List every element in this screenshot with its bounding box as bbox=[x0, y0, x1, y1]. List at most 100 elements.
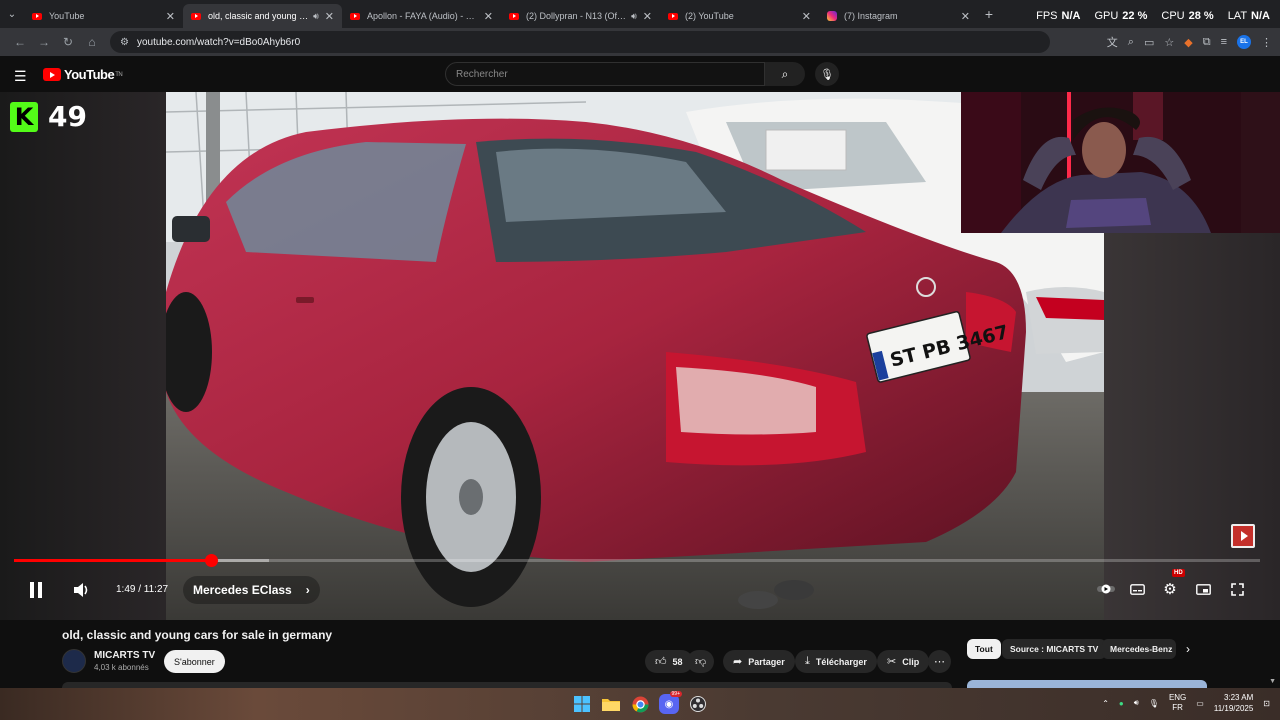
file-explorer-icon[interactable] bbox=[601, 694, 621, 714]
more-actions-button[interactable]: ⋯ bbox=[928, 650, 951, 673]
taskbar-clock[interactable]: 3:23 AM 11/19/2025 bbox=[1214, 692, 1253, 714]
kick-logo-icon: K bbox=[10, 101, 38, 132]
miniplayer-button[interactable] bbox=[1194, 580, 1212, 598]
search-button[interactable]: ⌕ bbox=[765, 62, 805, 86]
pause-button[interactable] bbox=[26, 580, 46, 600]
close-tab-icon[interactable]: ✕ bbox=[961, 10, 970, 23]
chips-next-chevron-icon[interactable]: › bbox=[1186, 642, 1190, 656]
hd-badge: HD bbox=[1172, 569, 1185, 577]
extension-fox-icon[interactable]: ◆ bbox=[1184, 36, 1192, 49]
volume-icon bbox=[74, 583, 88, 597]
chip-all[interactable]: Tout bbox=[967, 639, 1001, 659]
youtube-logo[interactable]: YouTube TN bbox=[43, 67, 123, 82]
chrome-icon[interactable] bbox=[630, 694, 650, 714]
browser-menu-icon[interactable]: ⋮ bbox=[1261, 36, 1272, 49]
tray-overflow-chevron-icon[interactable]: ⌃ bbox=[1102, 699, 1109, 708]
dislike-button[interactable]: 👎︎ bbox=[687, 650, 715, 673]
scrubber-handle[interactable] bbox=[204, 554, 218, 567]
close-tab-icon[interactable]: ✕ bbox=[166, 10, 175, 23]
subtitles-button[interactable] bbox=[1128, 580, 1146, 598]
obs-icon[interactable] bbox=[688, 694, 708, 714]
chip-source[interactable]: Source : MICARTS TV bbox=[1002, 639, 1107, 659]
hamburger-menu-icon[interactable]: ☰ bbox=[14, 68, 27, 85]
address-bar[interactable]: ⚙ youtube.com/watch?v=dBo0Ahyb6r0 bbox=[110, 31, 1050, 53]
cast-icon[interactable]: ▭ bbox=[1144, 36, 1154, 49]
chevron-right-icon: › bbox=[305, 583, 310, 597]
download-button[interactable]: ⤓ Télécharger bbox=[795, 650, 877, 673]
zoom-icon[interactable]: ⌕ bbox=[1128, 36, 1134, 49]
close-tab-icon[interactable]: ✕ bbox=[643, 10, 652, 23]
fullscreen-icon bbox=[1230, 582, 1244, 596]
subscriber-count: 4,03 k abonnés bbox=[94, 663, 149, 672]
new-tab-plus-icon[interactable]: + bbox=[978, 6, 1000, 22]
discord-icon[interactable]: ◉ 99+ bbox=[659, 691, 682, 714]
translate-icon[interactable]: 文 bbox=[1107, 34, 1118, 50]
clip-button[interactable]: ✂ Clip bbox=[877, 650, 930, 673]
tray-app-green-icon[interactable]: ● bbox=[1119, 699, 1124, 708]
youtube-masthead: ☰ YouTube TN Rechercher ⌕ 🎙︎ bbox=[0, 56, 1280, 92]
player-controls: 1:49 / 11:27 Mercedes EClass › ⚙ HD bbox=[0, 547, 1280, 620]
tab-4[interactable]: (2) YouTube ✕ bbox=[660, 4, 819, 28]
close-tab-icon[interactable]: ✕ bbox=[802, 10, 811, 23]
extensions-puzzle-icon[interactable]: ⧉ bbox=[1203, 36, 1211, 49]
chapter-button[interactable]: Mercedes EClass › bbox=[183, 576, 320, 604]
recommended-thumbnail[interactable] bbox=[967, 680, 1207, 688]
autoplay-toggle-icon bbox=[1097, 584, 1115, 594]
scissors-icon: ✂ bbox=[887, 656, 897, 668]
close-tab-icon[interactable]: ✕ bbox=[325, 10, 334, 23]
scroll-down-arrow-icon[interactable]: ▼ bbox=[1269, 678, 1276, 685]
reload-icon[interactable]: ↻ bbox=[56, 35, 80, 49]
tab-search-chevron-icon[interactable]: ⌄ bbox=[0, 0, 24, 28]
time-display: 1:49 / 11:27 bbox=[116, 584, 169, 595]
subscribe-button[interactable]: S'abonner bbox=[164, 650, 225, 673]
progress-bar[interactable] bbox=[14, 554, 1260, 567]
gpu-value: 22 % bbox=[1122, 10, 1148, 22]
like-button[interactable]: 👍︎ 58 bbox=[645, 650, 693, 673]
search-input[interactable]: Rechercher bbox=[445, 62, 765, 86]
clock-time: 3:23 AM bbox=[1223, 693, 1254, 702]
download-label: Télécharger bbox=[815, 656, 867, 667]
thumbs-down-icon: 👎︎ bbox=[695, 656, 707, 668]
speaker-icon[interactable]: 🔊︎ bbox=[631, 11, 637, 22]
tray-display-icon[interactable]: ▭ bbox=[1196, 699, 1204, 708]
tab-1[interactable]: old, classic and young cars 🔊︎ ✕ bbox=[183, 4, 342, 28]
ambient-left bbox=[0, 92, 166, 620]
tab-3[interactable]: (2) Dollypran - N13 (Officia 🔊︎ ✕ bbox=[501, 4, 660, 28]
reading-list-icon[interactable]: ≡ bbox=[1221, 36, 1227, 48]
site-info-icon[interactable]: ⚙ bbox=[120, 37, 129, 48]
volume-button[interactable] bbox=[72, 580, 92, 600]
language-switcher[interactable]: ENG FR bbox=[1169, 693, 1186, 713]
channel-avatar[interactable] bbox=[62, 649, 86, 673]
notification-bell-icon[interactable]: ⊡ bbox=[1263, 699, 1270, 708]
tab-2[interactable]: Apollon - FAYA (Audio) - YouTu ✕ bbox=[342, 4, 501, 28]
close-tab-icon[interactable]: ✕ bbox=[484, 10, 493, 23]
channel-name[interactable]: MICARTS TV bbox=[94, 650, 155, 661]
forward-arrow-icon[interactable]: → bbox=[32, 35, 56, 49]
thumbs-up-icon: 👍︎ bbox=[655, 656, 667, 668]
tab-0[interactable]: YouTube ✕ bbox=[24, 4, 183, 28]
browser-toolbar: ← → ↻ ⌂ ⚙ youtube.com/watch?v=dBo0Ahyb6r… bbox=[0, 28, 1280, 56]
fps-value: N/A bbox=[1061, 10, 1081, 22]
speaker-icon[interactable]: 🔊︎ bbox=[313, 11, 319, 22]
profile-avatar[interactable]: EL bbox=[1237, 35, 1251, 49]
settings-button[interactable]: ⚙ bbox=[1161, 580, 1179, 598]
back-arrow-icon[interactable]: ← bbox=[8, 35, 32, 49]
microphone-icon: 🎙︎ bbox=[820, 68, 834, 81]
tab-5[interactable]: (7) Instagram ✕ bbox=[819, 4, 978, 28]
video-card-icon[interactable] bbox=[1231, 524, 1255, 548]
video-title: old, classic and young cars for sale in … bbox=[62, 628, 333, 642]
windows-start-icon[interactable] bbox=[572, 694, 592, 714]
tray-volume-icon[interactable]: 🔊︎ bbox=[1134, 698, 1139, 708]
video-player[interactable]: ST PB 3467 K 49 1:49 / 11:27 Mercedes EC… bbox=[0, 92, 1280, 620]
chip-mercedes[interactable]: Mercedes-Benz bbox=[1102, 639, 1176, 659]
tray-microphone-icon[interactable]: 🎙︎ bbox=[1149, 699, 1159, 708]
autoplay-toggle[interactable] bbox=[1097, 580, 1115, 598]
bookmark-star-icon[interactable]: ☆ bbox=[1164, 36, 1174, 49]
youtube-favicon-icon bbox=[191, 12, 201, 20]
youtube-play-logo-icon bbox=[43, 68, 61, 81]
fullscreen-button[interactable] bbox=[1228, 580, 1246, 598]
share-button[interactable]: ➦ Partager bbox=[723, 650, 795, 673]
home-icon[interactable]: ⌂ bbox=[80, 35, 104, 49]
voice-search-button[interactable]: 🎙︎ bbox=[815, 62, 839, 86]
youtube-favicon-icon bbox=[350, 12, 360, 20]
